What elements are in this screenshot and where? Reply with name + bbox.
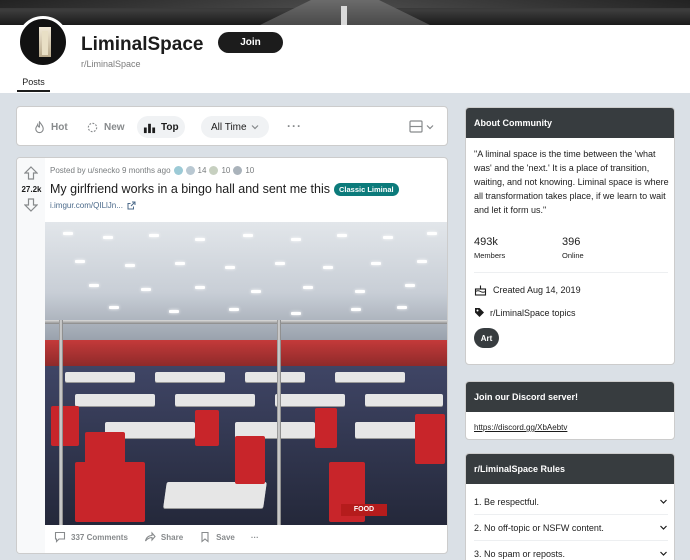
discord-card: Join our Discord server! https://discord… [465,381,675,440]
sort-more-button[interactable]: ··· [287,119,302,133]
members-stat: 493k Members [474,236,505,260]
online-stat: 396 Online [562,236,584,260]
join-button[interactable]: Join [218,32,283,53]
chevron-down-icon [251,125,258,130]
community-topics: r/LiminalSpace topics [474,307,576,318]
share-icon [144,531,156,542]
view-toggle[interactable] [409,120,434,133]
sort-hot-button[interactable]: Hot [27,116,74,138]
bookmark-icon [201,531,209,543]
chevron-down-icon [660,525,667,530]
rule-label: 2. No off-topic or NSFW content. [474,522,604,533]
vote-column: 27.2k [17,158,45,553]
divider [474,272,668,273]
about-community-header: About Community [466,108,674,138]
post-link[interactable]: i.imgur.com/QILlJn... [50,201,136,210]
award-helpful-icon [185,166,195,175]
rule-item[interactable]: 2. No off-topic or NSFW content. [474,515,668,541]
rule-label: 1. Be respectful. [474,496,540,507]
time-filter-label: All Time [211,121,247,133]
card-view-icon [409,120,423,133]
discord-header: Join our Discord server! [466,382,674,412]
online-label: Online [562,251,584,260]
created-label: Created Aug 14, 2019 [493,285,581,295]
topic-pill-art[interactable]: Art [474,328,499,348]
topics-label: r/LiminalSpace topics [490,307,576,318]
sort-bar: Hot New Top All Time ··· [16,106,448,146]
post-image[interactable]: FOOD [45,222,447,525]
rules-header: r/LiminalSpace Rules [466,454,674,484]
post-actions: 337 Comments Share Save ··· [54,531,259,543]
tab-posts[interactable]: Posts [17,77,50,92]
award-rocket-icon [233,166,243,175]
post-meta: Posted by u/snecko 9 months ago 14 10 10 [50,166,254,175]
about-community-card: About Community "A liminal space is the … [465,107,675,365]
rule-item[interactable]: 1. Be respectful. [474,489,668,515]
sort-new-label: New [104,121,125,133]
post-title[interactable]: My girlfriend works in a bingo hall and … [50,182,330,196]
created-date: Created Aug 14, 2019 [474,284,581,296]
external-link-icon [127,201,136,210]
share-button[interactable]: Share [144,531,183,543]
comment-icon [54,531,66,543]
upvote-icon[interactable] [24,166,38,180]
online-count: 396 [562,236,581,248]
vote-count: 27.2k [21,185,42,194]
award-count: 14 [197,166,207,175]
rule-item[interactable]: 3. No spam or reposts. [474,541,668,560]
community-handle: r/LiminalSpace [81,59,141,69]
rules-card: r/LiminalSpace Rules 1. Be respectful. 2… [465,453,675,560]
downvote-icon[interactable] [24,198,38,212]
post-flair[interactable]: Classic Liminal [334,183,399,196]
post-card[interactable]: 27.2k Posted by u/snecko 9 months ago 14… [16,157,448,554]
save-label: Save [216,532,235,542]
rule-label: 3. No spam or reposts. [474,548,566,559]
award-count: 10 [245,166,255,175]
post-link-text[interactable]: i.imgur.com/QILlJn... [50,201,123,210]
sort-top-button[interactable]: Top [137,116,185,138]
flame-icon [35,120,44,133]
community-avatar [17,16,69,68]
sort-top-label: Top [161,121,179,133]
sparkle-icon [87,122,98,132]
chevron-down-icon [660,499,667,504]
sort-new-button[interactable]: New [80,116,131,138]
community-title: LiminalSpace [81,34,204,55]
award-count: 10 [221,166,231,175]
share-label: Share [160,532,184,542]
community-header: LiminalSpace r/LiminalSpace Join Posts [0,16,690,93]
post-author-line: Posted by u/snecko 9 months ago [50,166,171,175]
community-description: "A liminal space is the time between the… [474,149,669,215]
sort-hot-label: Hot [51,121,68,133]
cake-icon [474,285,487,296]
tag-icon [475,308,484,317]
save-button[interactable]: Save [199,531,235,543]
post-more-button[interactable]: ··· [251,533,259,542]
image-sign: FOOD [341,504,387,516]
discord-link[interactable]: https://discord.gg/XbAebtv [474,423,567,432]
chevron-down-icon [660,551,667,556]
community-banner [0,0,690,25]
award-wholesome-icon [209,166,219,175]
members-count: 493k [474,236,498,248]
comments-label: 337 Comments [71,532,128,542]
chevron-down-icon [426,124,434,129]
top-chart-icon [143,123,156,133]
award-silver-icon [173,166,183,175]
members-label: Members [474,251,506,260]
time-filter-dropdown[interactable]: All Time [201,116,269,138]
comments-button[interactable]: 337 Comments [54,531,128,543]
